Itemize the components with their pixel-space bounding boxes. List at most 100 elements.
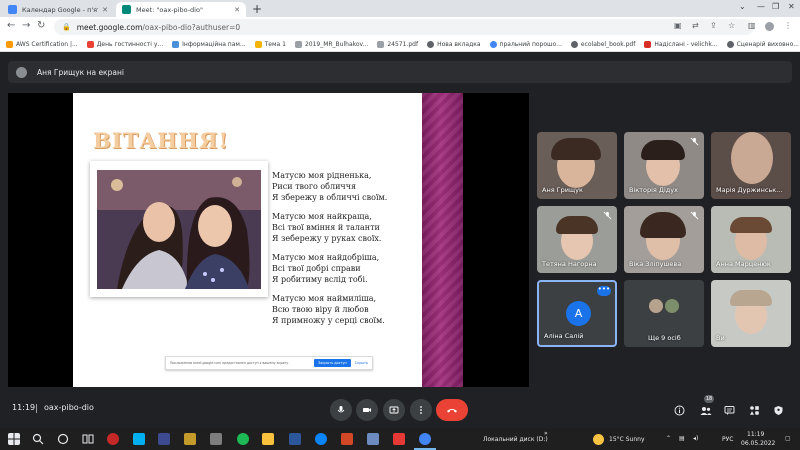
participant-tile[interactable]: Марія Дуржинськ... (711, 132, 791, 199)
app-icon[interactable] (184, 433, 196, 445)
file-icon (294, 40, 302, 48)
more-participants-tile[interactable]: Ще 9 осіб (624, 280, 704, 347)
bookmark-item[interactable]: пральний порошо... (489, 40, 562, 48)
notifications-icon[interactable]: ▢ (785, 435, 791, 442)
participant-tile[interactable]: Аня Грищук (537, 132, 617, 199)
participant-name: Марія Дуржинськ... (716, 186, 783, 194)
slide-title: ВІТАННЯ! (93, 128, 229, 153)
edge-icon[interactable] (315, 433, 327, 445)
bookmark-item[interactable]: Тема 1 (254, 40, 286, 48)
participant-hair (551, 138, 601, 160)
participant-tile[interactable]: Віка Зліпушева (624, 206, 704, 273)
back-icon[interactable]: ← (7, 20, 15, 31)
bookmark-item[interactable]: Надіслані - velichk... (644, 40, 718, 48)
bookmark-item[interactable]: ecolabel_book.pdf (570, 40, 635, 48)
taskbar-time[interactable]: 11:19 (747, 431, 764, 438)
leave-call-button[interactable] (436, 399, 468, 421)
tab-calendar[interactable]: Календар Google - п'ятниця, 6 т ✕ (2, 2, 114, 17)
sidebar-icon[interactable]: ▥ (748, 21, 756, 30)
self-tile[interactable]: Ви (711, 280, 791, 347)
taskbar-date[interactable]: 06.05.2022 (741, 440, 775, 447)
input-language[interactable]: РУС (722, 436, 733, 443)
chrome-icon[interactable] (419, 433, 431, 445)
bookmark-item[interactable]: Нова вкладка (427, 40, 481, 48)
bookmark-item[interactable]: 24571.pdf (377, 40, 418, 48)
file-explorer-icon[interactable] (262, 433, 274, 445)
skype-icon[interactable] (133, 433, 145, 445)
acrobat-icon[interactable] (393, 433, 405, 445)
app-icon[interactable] (158, 433, 170, 445)
photo-frame (90, 161, 268, 297)
participant-tile[interactable]: Вікторія Дідух (624, 132, 704, 199)
weather-text[interactable]: 15°C Sunny (609, 436, 645, 443)
drive-label[interactable]: Локальний диск (D:) (483, 436, 548, 443)
app-icon[interactable] (367, 433, 379, 445)
address-bar[interactable]: 🔒 meet.google.com /oax-pibo-dio?authuser… (54, 19, 754, 35)
info-icon[interactable] (672, 403, 686, 417)
spotify-icon[interactable] (237, 433, 249, 445)
reload-icon[interactable]: ↻ (37, 20, 45, 31)
participant-name: Вікторія Дідух (629, 186, 678, 194)
more-options-icon[interactable]: ••• (597, 286, 611, 296)
presenting-text: Аня Грищук на екрані (37, 67, 124, 77)
profile-avatar[interactable] (765, 22, 774, 31)
participant-tile[interactable]: Анна Марценюк (711, 206, 791, 273)
new-tab-button[interactable]: + (252, 2, 262, 16)
menu-icon[interactable]: ⋮ (784, 21, 792, 30)
mic-button[interactable] (330, 399, 352, 421)
chevron-up-icon[interactable]: ⌃ (666, 435, 671, 442)
forward-icon[interactable]: → (22, 20, 30, 31)
file-icon (377, 40, 385, 48)
tab-meet[interactable]: Meet: "oax-pibo-dio" ✕ (116, 2, 246, 17)
minimize-icon[interactable]: — (757, 2, 765, 11)
bookmark-item[interactable]: AWS Certification |... (6, 40, 78, 48)
hide-notification-button[interactable]: Скрыть (355, 361, 368, 365)
cortana-icon[interactable] (57, 433, 69, 445)
url-path: /oax-pibo-dio?authuser=0 (142, 22, 241, 32)
share-icon[interactable]: ⇪ (710, 21, 717, 30)
translate-icon[interactable]: ⇄ (692, 21, 699, 30)
camera-icon[interactable]: ▣ (674, 21, 682, 30)
volume-icon[interactable]: ◂) (693, 435, 698, 442)
poem-stanza: Матусю моя рідненька, Риси твого обличчя… (272, 170, 387, 203)
camera-button[interactable] (356, 399, 378, 421)
windows-start-icon[interactable] (8, 433, 20, 445)
chevron-right-icon[interactable]: » (544, 430, 548, 437)
hang-up-icon (447, 409, 457, 413)
host-controls-icon[interactable] (771, 403, 785, 417)
stop-sharing-button[interactable]: Закрыть доступ (314, 359, 351, 367)
bookmark-item[interactable]: День гостинності у... (86, 40, 163, 48)
present-button[interactable] (383, 399, 405, 421)
chat-icon[interactable] (722, 403, 736, 417)
poem-text: Матусю моя рідненька, Риси твого обличчя… (272, 170, 387, 334)
close-window-icon[interactable]: ✕ (788, 2, 795, 11)
close-icon[interactable]: ✕ (234, 6, 240, 14)
bookmark-item[interactable]: 2019_MR_Bulhakov... (294, 40, 368, 48)
restore-icon[interactable]: ❐ (772, 2, 779, 11)
opera-icon[interactable] (107, 433, 119, 445)
poem-stanza: Матусю моя найдобріша, Всі твої добрі сп… (272, 252, 387, 285)
bookmark-icon (254, 40, 262, 48)
powerpoint-icon[interactable] (341, 433, 353, 445)
close-icon[interactable]: ✕ (102, 6, 108, 14)
presenting-banner: Аня Грищук на екрані (8, 61, 792, 83)
participant-avatar: A (566, 301, 591, 326)
more-options-button[interactable] (410, 399, 432, 421)
star-icon[interactable]: ☆ (728, 21, 735, 30)
network-icon[interactable]: ▤ (679, 435, 685, 442)
app-icon[interactable] (210, 433, 222, 445)
poem-stanza: Матусю моя наймиліша, Всю твою віру й лю… (272, 293, 387, 326)
participant-tile-active[interactable]: A ••• Аліна Салій (537, 280, 617, 347)
participant-tile[interactable]: Тетяна Нагорна (537, 206, 617, 273)
search-icon[interactable] (32, 433, 44, 445)
people-icon[interactable] (699, 403, 713, 417)
bookmark-item[interactable]: Сценарій виховно... (726, 40, 799, 48)
activities-icon[interactable] (747, 403, 761, 417)
word-icon[interactable] (289, 433, 301, 445)
mother-daughter-photo (97, 170, 261, 289)
chevron-down-icon[interactable]: ⌄ (739, 2, 746, 11)
slide-photo (97, 170, 261, 289)
task-view-icon[interactable] (82, 433, 94, 445)
participant-name: Тетяна Нагорна (542, 260, 597, 268)
bookmark-item[interactable]: Інформаційна пам... (172, 40, 246, 48)
